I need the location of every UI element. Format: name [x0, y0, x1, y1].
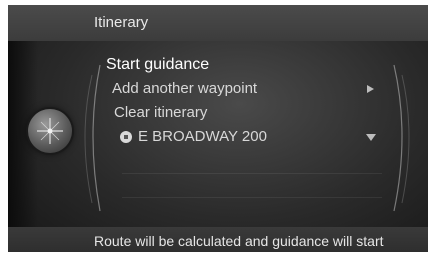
menu-item-label: E BROADWAY 200: [138, 128, 267, 145]
menu-item-add-waypoint[interactable]: Add another waypoint: [106, 77, 396, 101]
menu-item-start-guidance[interactable]: Start guidance: [106, 53, 396, 77]
divider: [122, 197, 382, 198]
waypoint-icon: [120, 131, 132, 143]
menu-item-label: Start guidance: [106, 56, 210, 73]
status-message: Route will be calculated and guidance wi…: [94, 233, 384, 249]
navigation-screen: Itinerary Start guidance Add another way…: [8, 5, 428, 252]
menu-item-label: Add another waypoint: [112, 80, 258, 97]
footer-bar: Route will be calculated and guidance wi…: [8, 227, 428, 252]
menu-item-clear-itinerary[interactable]: Clear itinerary: [106, 101, 396, 125]
divider: [122, 173, 382, 174]
compass-dial-icon[interactable]: [28, 109, 72, 153]
arrow-right-icon: [367, 85, 374, 93]
arrow-down-icon: [366, 134, 376, 141]
menu-item-waypoint[interactable]: E BROADWAY 200: [106, 125, 396, 149]
menu-item-label: Clear itinerary: [114, 104, 208, 121]
